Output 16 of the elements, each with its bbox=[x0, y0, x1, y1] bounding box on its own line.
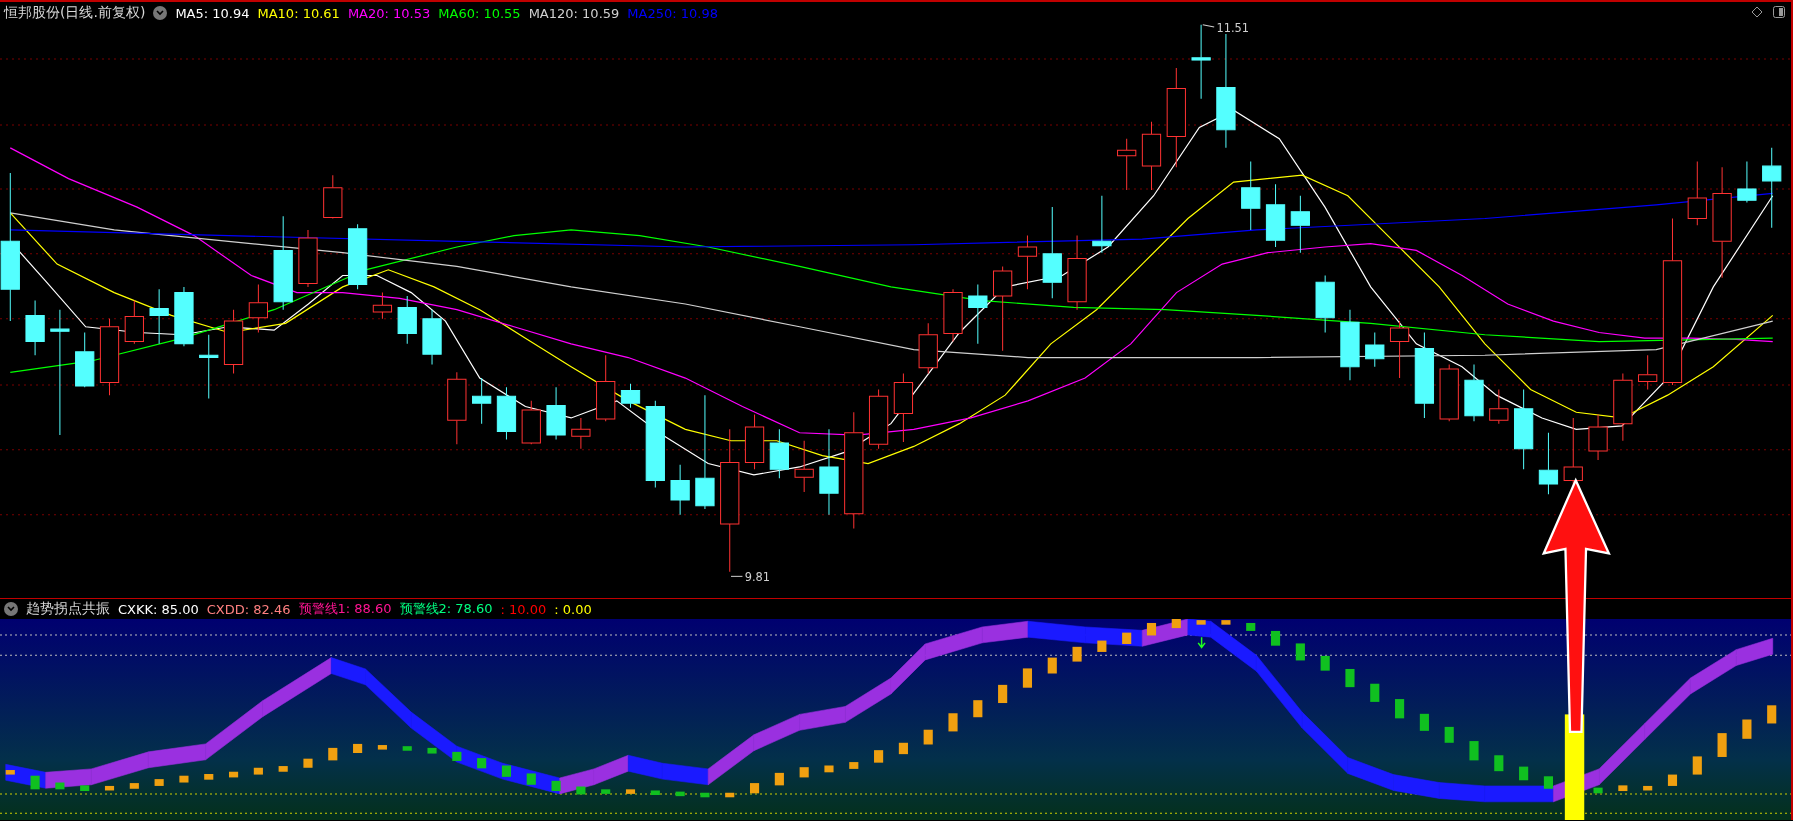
indicator-value: 预警线1: 88.60 bbox=[298, 600, 392, 618]
indicator-value: : 0.00 bbox=[554, 601, 592, 617]
indicator-title: 趋势拐点共振 bbox=[26, 600, 110, 618]
indicator-value: MA10: 10.61 bbox=[257, 5, 340, 21]
indicator-value: MA120: 10.59 bbox=[528, 5, 620, 21]
high-price-label: 11.51 bbox=[1202, 20, 1250, 35]
low-price-label: 9.81 bbox=[730, 569, 771, 584]
indicator-value: MA250: 10.98 bbox=[627, 5, 718, 21]
indicator-value: CXDD: 82.46 bbox=[206, 601, 291, 617]
indicator-value: CXKK: 85.00 bbox=[118, 601, 199, 617]
chart-title: 恒邦股份(日线.前复权) bbox=[4, 4, 146, 22]
indicator-value: MA20: 10.53 bbox=[347, 5, 431, 21]
indicator-value: : 10.00 bbox=[500, 601, 547, 617]
indicator-value: MA60: 10.55 bbox=[438, 5, 521, 21]
indicator-value: 预警线2: 78.60 bbox=[399, 600, 493, 618]
indicator-value: MA5: 10.94 bbox=[175, 5, 250, 21]
